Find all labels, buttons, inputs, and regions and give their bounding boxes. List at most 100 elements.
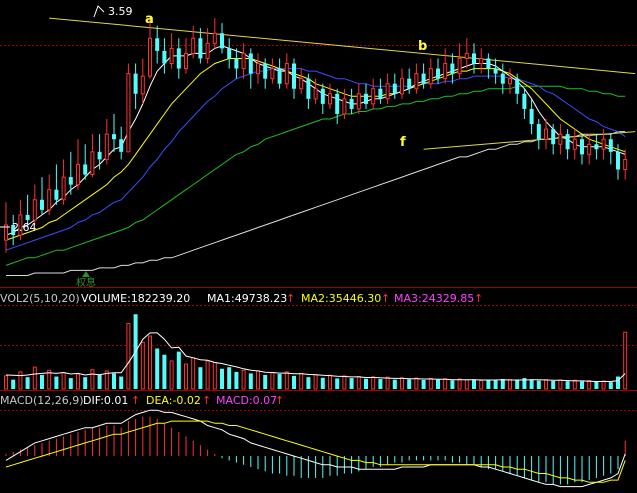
volume-header: VOL2(5,10,20) VOLUME:182239.20 MA1:49738… xyxy=(0,292,483,305)
volume-bar-down xyxy=(392,379,397,389)
candle-body-up xyxy=(256,63,260,75)
candle-body-down xyxy=(220,33,224,49)
volume-bar-up xyxy=(544,379,548,390)
volume-ma1-arrow: ↑ xyxy=(286,292,295,305)
candle-body-down xyxy=(68,177,73,185)
candle-body-down xyxy=(320,88,325,104)
annotation-b: b xyxy=(418,39,427,54)
volume-bar-up xyxy=(428,377,433,390)
volume-bar-up xyxy=(76,373,80,390)
volume-bar-up xyxy=(313,374,318,390)
volume-bar-down xyxy=(335,378,340,389)
volume-bar-down xyxy=(320,377,325,389)
volume-ma3: MA3:24329.85 xyxy=(394,292,474,305)
macd-dif-arrow: ↑ xyxy=(131,394,140,407)
candle-body-down xyxy=(292,63,296,89)
candle-body-up xyxy=(457,57,462,75)
volume-bar-up xyxy=(457,378,462,390)
volume-bar-down xyxy=(306,377,311,389)
volume-bar-up xyxy=(414,377,419,390)
volume-bar-up xyxy=(601,380,606,390)
candle-body-up xyxy=(169,47,174,65)
candle-body-up xyxy=(61,176,66,201)
candle-body-down xyxy=(565,134,570,150)
volume-value: VOLUME:182239.20 xyxy=(81,292,190,305)
volume-bar-down xyxy=(594,381,599,389)
candle-body-down xyxy=(83,164,88,175)
volume-bar-up xyxy=(558,379,563,390)
volume-bar-down xyxy=(176,351,181,389)
candle-body-down xyxy=(392,83,397,94)
volume-bar-up xyxy=(508,379,512,390)
candle-body-down xyxy=(162,50,167,64)
candle-body-down xyxy=(306,78,311,99)
volume-bar-up xyxy=(385,376,390,390)
candle-body-up xyxy=(385,83,390,100)
macd-dea: DEA:-0.02 xyxy=(146,394,201,407)
candle-body-down xyxy=(608,139,613,152)
volume-bar-down xyxy=(234,371,239,389)
stock-chart[interactable]: 3.59 2.64 a b f 权息 VOL2(5,10,20) VOLUME:… xyxy=(0,0,637,493)
macd-indicator-name: MACD(12,26,9) xyxy=(0,394,84,407)
volume-bar-up xyxy=(284,371,289,390)
candle-body-up xyxy=(544,128,548,140)
candle-body-down xyxy=(472,53,476,64)
volume-bar-down xyxy=(515,380,520,389)
volume-bar-up xyxy=(212,362,217,390)
candle-body-up xyxy=(623,158,628,170)
volume-bar-up xyxy=(342,375,347,390)
volume-bar-down xyxy=(25,377,30,389)
volume-bar-down xyxy=(162,354,167,389)
volume-bar-up xyxy=(140,341,145,390)
volume-bar-down xyxy=(486,379,491,389)
volume-bar-up xyxy=(464,379,469,390)
candle-body-up xyxy=(104,133,109,160)
volume-bar-down xyxy=(500,379,505,389)
volume-bar-up xyxy=(256,370,260,390)
volume-bar-up xyxy=(148,335,152,390)
candle-body-up xyxy=(299,78,304,90)
candle-body-down xyxy=(493,68,498,74)
candle-body-down xyxy=(421,73,426,84)
volume-bar-down xyxy=(220,368,224,389)
chart-background xyxy=(0,0,637,493)
candle-body-down xyxy=(378,88,383,99)
candle-body-down xyxy=(594,144,599,150)
candle-body-down xyxy=(616,151,620,170)
volume-bar-down xyxy=(536,380,541,389)
volume-bar-down xyxy=(155,348,160,389)
candle-body-down xyxy=(349,98,354,109)
candle-body-down xyxy=(335,93,340,114)
candle-body-up xyxy=(126,73,131,153)
volume-bar-down xyxy=(565,381,570,389)
candle-body-down xyxy=(277,68,282,84)
volume-bar-up xyxy=(191,357,196,390)
high-price-label: 3.59 xyxy=(108,5,133,18)
volume-bar-down xyxy=(529,379,534,389)
volume-bar-up xyxy=(400,377,404,390)
candle-body-down xyxy=(112,134,116,140)
candle-body-down xyxy=(436,68,440,79)
volume-bar-up xyxy=(587,380,592,390)
candle-body-up xyxy=(601,138,606,150)
candle-body-up xyxy=(184,52,188,70)
candle-body-up xyxy=(443,63,448,80)
volume-bar-up xyxy=(270,372,275,390)
candle-body-up xyxy=(191,37,196,54)
candle-body-up xyxy=(356,93,361,110)
candle-body-up xyxy=(371,88,376,105)
candle-body-up xyxy=(270,68,275,80)
volume-bar-down xyxy=(472,379,476,389)
candle-body-up xyxy=(328,93,332,105)
volume-bar-up xyxy=(205,360,210,390)
candle-body-down xyxy=(133,73,138,94)
volume-ma3-arrow: ↑ xyxy=(474,292,483,305)
volume-bar-up xyxy=(623,331,628,390)
candle-body-down xyxy=(407,78,412,89)
volume-bar-up xyxy=(356,376,361,390)
candle-body-up xyxy=(76,163,80,186)
volume-bar-up xyxy=(169,360,174,390)
volume-bar-down xyxy=(112,373,116,389)
macd-header: MACD(12,26,9) DIF:0.01 ↑ DEA:-0.02 ↑ MAC… xyxy=(0,394,284,407)
volume-bar-down xyxy=(580,381,584,389)
